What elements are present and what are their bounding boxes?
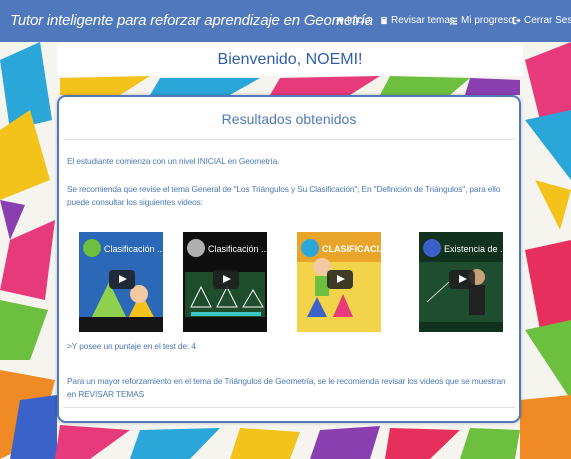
nav-revisar-temas-label: Revisar temas [391,15,455,26]
play-icon[interactable] [327,270,353,289]
channel-avatar [423,239,441,257]
home-icon [335,16,344,25]
top-navbar: Tutor inteligente para reforzar aprendiz… [0,0,571,42]
video-title: Existencia de ... [444,244,503,254]
video-thumbnail-1[interactable]: Clasificación ... [79,232,163,332]
nav-inicio-label: Inicio [347,15,371,26]
score-text: >Y posee un puntaje en el test de: 4 [67,341,196,351]
video-thumbnail-2[interactable]: Clasificación ... [183,232,267,332]
channel-avatar [187,239,205,257]
channel-avatar [301,239,319,257]
play-icon[interactable] [213,270,239,289]
nav-mi-progreso-label: Mi progreso [461,15,514,26]
welcome-text: Bienvenido, NOEMI! [217,51,363,68]
divider [63,407,515,408]
video-title: Clasificación ... [104,244,163,254]
nav-cerrar-sesion[interactable]: Cerrar Sesión [512,15,571,26]
nav-inicio[interactable]: Inicio [335,15,370,26]
welcome-banner: Bienvenido, NOEMI! [57,44,523,76]
nav-revisar-temas[interactable]: Revisar temas [380,15,455,26]
book-icon [381,16,387,25]
channel-avatar [83,239,101,257]
video-thumbnail-4[interactable]: Existencia de ... [419,232,503,332]
list-icon [449,17,458,25]
play-icon[interactable] [449,270,475,289]
footer-recommendation: Para un mayor reforzamiento en el tema d… [67,376,506,399]
recommendation-text: Se recomienda que revise el tema General… [67,184,501,207]
results-title: Resultados obtenidos [221,111,357,127]
nav-cerrar-sesion-label: Cerrar Sesión [524,15,571,26]
results-card: Resultados obtenidos El estudiante comie… [57,95,521,423]
video-title: Clasificación ... [208,244,267,254]
video-thumbnail-3[interactable]: CLASIFICACI... [297,232,381,332]
divider [63,139,515,140]
level-text: El estudiante comienza con un nivel INIC… [67,156,280,166]
play-icon[interactable] [109,270,135,289]
app-brand[interactable]: Tutor inteligente para reforzar aprendiz… [10,12,373,29]
video-title: CLASIFICACI... [322,244,381,254]
logout-icon [512,16,521,25]
nav-mi-progreso[interactable]: Mi progreso [449,15,514,26]
